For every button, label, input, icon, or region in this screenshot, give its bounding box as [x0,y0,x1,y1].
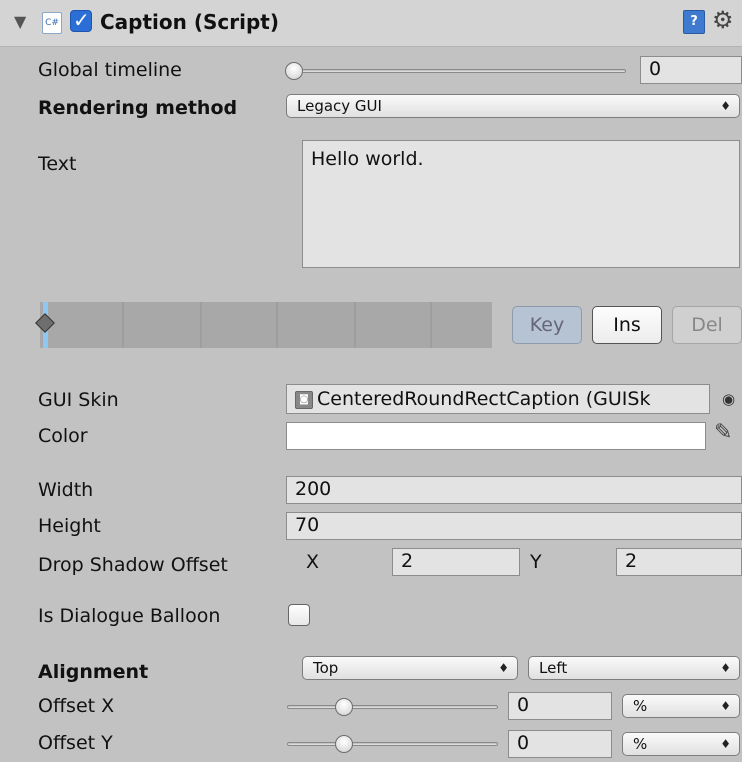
dropdown-value: Legacy GUI [297,97,382,115]
object-picker-icon[interactable]: ◉ [722,390,735,408]
offset-y-slider[interactable] [285,733,500,757]
width-input[interactable]: 200 [286,476,742,504]
dropdown-arrows-icon: ♦ [720,99,731,113]
alignment-horizontal-dropdown[interactable]: Left ♦ [528,656,740,680]
drop-shadow-x-input[interactable]: 2 [392,548,520,576]
text-label: Text [38,153,77,175]
help-book-icon[interactable]: ? [683,10,705,34]
gui-skin-value: CenteredRoundRectCaption (GUISk [317,388,651,410]
timeline-divider [122,302,124,348]
csharp-script-icon: C# [42,12,62,34]
foldout-arrow-icon[interactable]: ▼ [14,12,26,31]
offset-x-label: Offset X [38,695,115,717]
timeline-divider [276,302,278,348]
drop-shadow-x-label: X [306,551,320,573]
gear-icon[interactable]: ⚙ [712,6,734,34]
component-header: ▼ C# ✓ Caption (Script) ? ⚙ [0,0,742,47]
gui-skin-field[interactable]: ◙ CenteredRoundRectCaption (GUISk [286,384,710,414]
drop-shadow-label: Drop Shadow Offset [38,554,228,576]
slider-thumb[interactable] [335,735,353,753]
drop-shadow-y-label: Y [530,551,542,573]
slider-thumb[interactable] [335,698,353,716]
global-timeline-label: Global timeline [38,59,182,81]
ins-button[interactable]: Ins [592,306,662,344]
dropdown-arrows-icon: ♦ [720,699,731,713]
timeline-divider [430,302,432,348]
offset-y-input[interactable]: 0 [508,730,612,758]
width-label: Width [38,479,94,501]
key-button[interactable]: Key [512,306,582,344]
component-title: Caption (Script) [100,10,279,34]
rendering-method-label: Rendering method [38,97,238,119]
dropdown-arrows-icon: ♦ [720,661,731,675]
drop-shadow-y-input[interactable]: 2 [616,548,742,576]
dropdown-value: % [633,735,648,753]
alignment-vertical-dropdown[interactable]: Top ♦ [302,656,518,680]
offset-y-label: Offset Y [38,732,113,754]
offset-x-input[interactable]: 0 [508,692,612,720]
guiskin-asset-icon: ◙ [295,391,313,409]
dialogue-balloon-label: Is Dialogue Balloon [38,605,221,627]
color-swatch[interactable] [286,422,706,450]
checkmark-icon: ✓ [73,8,90,32]
dropdown-value: Top [313,659,339,677]
dropdown-value: Left [539,659,568,677]
slider-track [287,705,498,709]
enable-checkbox[interactable]: ✓ [70,8,92,32]
slider-track [289,69,626,73]
slider-thumb[interactable] [285,62,303,80]
dropdown-value: % [633,697,648,715]
color-label: Color [38,425,88,447]
timeline-divider [200,302,202,348]
timeline-divider [354,302,356,348]
offset-x-slider[interactable] [285,696,500,720]
offset-y-unit-dropdown[interactable]: % ♦ [622,732,740,756]
eyedropper-icon[interactable]: ✎ [714,420,732,445]
dropdown-arrows-icon: ♦ [720,737,731,751]
slider-track [287,742,498,746]
alignment-label: Alignment [38,661,149,683]
text-area[interactable]: Hello world. [302,140,740,268]
offset-x-unit-dropdown[interactable]: % ♦ [622,694,740,718]
global-timeline-slider[interactable] [285,60,630,84]
rendering-method-dropdown[interactable]: Legacy GUI ♦ [286,94,740,118]
del-button[interactable]: Del [672,306,742,344]
height-input[interactable]: 70 [286,512,742,540]
global-timeline-input[interactable]: 0 [640,56,742,84]
gui-skin-label: GUI Skin [38,389,119,411]
height-label: Height [38,515,101,537]
keyframe-timeline[interactable] [40,302,492,348]
dialogue-balloon-checkbox[interactable] [288,604,310,626]
dropdown-arrows-icon: ♦ [498,661,509,675]
